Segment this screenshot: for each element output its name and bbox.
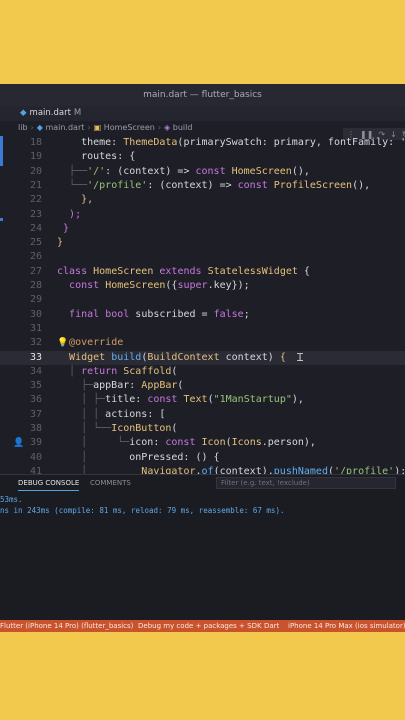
tab-debug-console[interactable]: DEBUG CONSOLE <box>18 475 80 491</box>
status-target-device[interactable]: iPhone 14 Pro Max (ios simulator) <box>288 620 405 632</box>
chevron-right-icon: › <box>87 123 91 132</box>
code-line: 23 ); <box>29 208 82 220</box>
code-line: 37 │ │ actions: [ <box>29 408 166 420</box>
code-line: 25} <box>29 237 64 249</box>
panel-tabs: DEBUG CONSOLE COMMENTS Filter (e.g. text… <box>0 475 405 491</box>
modified-badge: M <box>73 108 82 118</box>
code-line: 38 │ └──IconButton( <box>29 423 178 434</box>
code-line: 31 <box>29 322 42 334</box>
breadcrumb-lib[interactable]: lib <box>18 123 28 132</box>
console-line: ns in 243ms (compile: 81 ms, reload: 79 … <box>0 506 285 515</box>
chevron-right-icon: › <box>157 123 162 132</box>
status-flutter-device[interactable]: Flutter (iPhone 14 Pro) (flutter_basics) <box>0 620 133 632</box>
breadcrumb-class[interactable]: HomeScreen <box>104 123 155 132</box>
code-line: 20 ├──'/': (context) => const HomeScreen… <box>29 165 310 177</box>
code-line: 27 class HomeScreen extends StatelessWidg… <box>29 265 310 277</box>
code-line: 30 final bool subscribed = false; <box>29 308 250 320</box>
code-line: 32 💡 @override <box>0 336 405 350</box>
bottom-panel: DEBUG CONSOLE COMMENTS Filter (e.g. text… <box>0 474 405 620</box>
code-line: 35 ├─appBar: AppBar( <box>29 380 184 392</box>
method-icon: ◈ <box>164 123 171 132</box>
text-cursor-icon: Ɪ <box>297 350 304 364</box>
console-line: 53ms. <box>0 495 23 504</box>
vscode-window: main.dart — flutter_basics ◆ main.dart M l… <box>0 84 405 632</box>
console-filter-input[interactable]: Filter (e.g. text, !exclude) <box>216 477 396 489</box>
dart-file-icon: ◆ <box>36 123 43 132</box>
code-line: 26 <box>29 251 42 263</box>
code-editor[interactable]: 18 theme: ThemeData(primarySwatch: prima… <box>0 136 405 477</box>
code-line: 29 <box>29 294 42 306</box>
status-debug-mode[interactable]: Debug my code + packages + SDK <box>138 620 262 632</box>
status-bar: Flutter (iPhone 14 Pro) (flutter_basics)… <box>0 620 405 632</box>
code-line: 28 const HomeScreen({super.key}); <box>29 280 250 291</box>
code-line: 19 routes: { <box>29 151 136 163</box>
tab-label: main.dart <box>29 108 71 118</box>
window-title: main.dart — flutter_basics <box>0 84 405 106</box>
tab-main-dart[interactable]: ◆ main.dart M <box>14 106 87 121</box>
editor-tab-bar: ◆ main.dart M <box>0 106 405 121</box>
code-line: 👤 39 │ └─icon: const Icon(Icons.person), <box>0 436 405 450</box>
status-language[interactable]: Dart <box>264 620 279 632</box>
code-line: 34 │ return Scaffold( <box>29 365 178 377</box>
console-output: 53ms. ns in 243ms (compile: 81 ms, reloa… <box>0 491 405 516</box>
code-line: 40 │ onPressed: () { <box>29 451 220 463</box>
code-line: 24 } <box>29 222 70 234</box>
breadcrumb-method[interactable]: build <box>173 123 193 132</box>
code-line: 36 │ ├─title: const Text("1ManStartup"), <box>29 394 304 406</box>
chevron-right-icon: › <box>30 123 34 132</box>
class-icon: ▣ <box>93 123 102 132</box>
dart-file-icon: ◆ <box>20 108 27 118</box>
tab-comments[interactable]: COMMENTS <box>90 475 131 491</box>
code-line: 21 └──'/profile': (context) => const Pro… <box>29 179 371 191</box>
code-line: 18 theme: ThemeData(primarySwatch: prima… <box>29 137 405 148</box>
breadcrumb-file[interactable]: main.dart <box>45 123 84 132</box>
code-line: 22 }, <box>29 194 94 206</box>
code-line-active: 33 Widget build(BuildContext context) {Ɪ <box>0 350 405 365</box>
